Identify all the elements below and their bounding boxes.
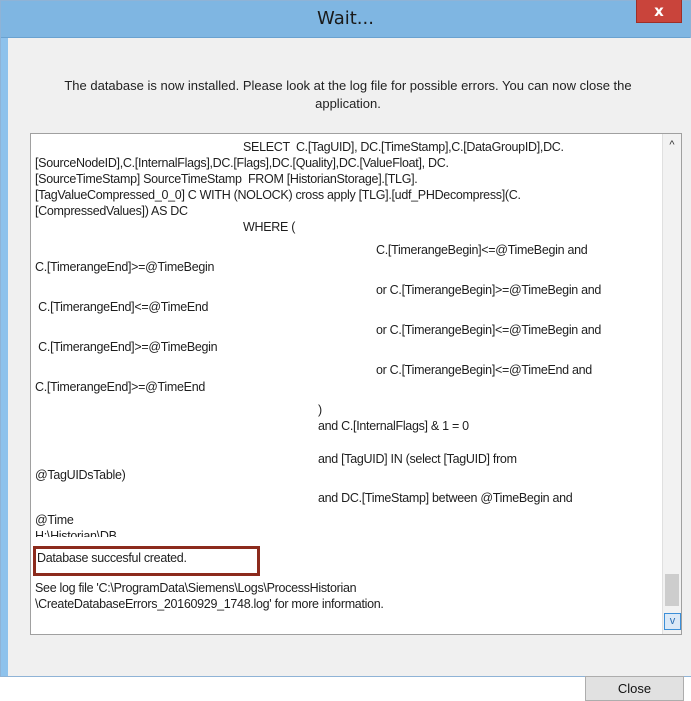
log-line: ) — [318, 403, 322, 417]
log-line: C.[TimerangeBegin]<=@TimeBegin and — [376, 243, 588, 257]
log-line: @TagUIDsTable) — [35, 468, 126, 482]
log-line: C.[TimerangeEnd]>=@TimeBegin — [35, 340, 218, 354]
scroll-track[interactable] — [663, 156, 681, 571]
log-line: SELECT C.[TagUID], DC.[TimeStamp],C.[Dat… — [243, 140, 564, 154]
log-line: C.[TimerangeEnd]>=@TimeEnd — [35, 380, 206, 394]
window-title: Wait... — [317, 8, 374, 29]
log-line: and [TagUID] IN (select [TagUID] from — [318, 452, 517, 466]
log-line: [SourceTimeStamp] SourceTimeStamp FROM [… — [35, 172, 418, 186]
log-line: [CompressedValues]) AS DC — [35, 204, 188, 218]
log-output-box[interactable]: SELECT C.[TagUID], DC.[TimeStamp],C.[Dat… — [30, 133, 682, 635]
log-line: C.[TimerangeEnd]<=@TimeEnd — [35, 300, 209, 314]
log-line: WHERE ( — [243, 220, 296, 234]
install-message: The database is now installed. Please lo… — [64, 78, 632, 111]
log-line: or C.[TimerangeBegin]<=@TimeBegin and — [376, 323, 602, 337]
dialog-body: The database is now installed. Please lo… — [8, 38, 691, 701]
log-line-clipped: H:\Historian\DB — [35, 529, 117, 537]
wait-dialog: Wait... x The database is now installed.… — [0, 0, 691, 701]
log-line: and DC.[TimeStamp] between @TimeBegin an… — [318, 491, 573, 505]
log-line: [TagValueCompressed_0_0] C WITH (NOLOCK)… — [35, 188, 521, 202]
close-window-button[interactable]: x — [636, 0, 682, 23]
scroll-thumb[interactable] — [665, 574, 679, 606]
log-line: or C.[TimerangeBegin]<=@TimeEnd and — [376, 363, 592, 377]
log-line: @Time — [35, 513, 74, 527]
scroll-down-icon[interactable]: v — [664, 613, 681, 630]
log-line: and C.[InternalFlags] & 1 = 0 — [318, 419, 469, 433]
log-line: [SourceNodeID],C.[InternalFlags],DC.[Fla… — [35, 156, 449, 170]
close-button[interactable]: Close — [585, 676, 684, 701]
log-line: or C.[TimerangeBegin]>=@TimeBegin and — [376, 283, 602, 297]
window-frame-left — [1, 38, 8, 676]
log-line: \CreateDatabaseErrors_20160929_1748.log'… — [35, 597, 384, 611]
success-highlight-box — [33, 546, 260, 576]
title-bar[interactable]: Wait... x — [1, 0, 690, 38]
log-line: See log file 'C:\ProgramData\Siemens\Log… — [35, 581, 357, 595]
scroll-up-icon[interactable]: ^ — [664, 137, 680, 153]
log-line: C.[TimerangeEnd]>=@TimeBegin — [35, 260, 215, 274]
vertical-scrollbar[interactable]: ^ v — [662, 134, 681, 634]
